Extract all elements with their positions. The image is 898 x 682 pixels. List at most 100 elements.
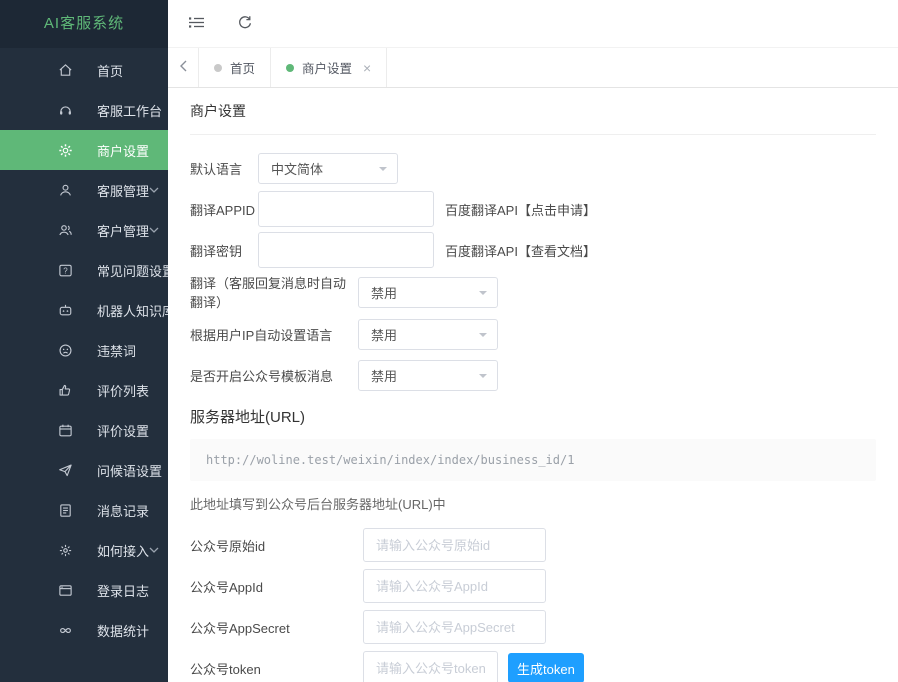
sidebar-item-label: 违禁词 bbox=[97, 341, 136, 360]
tab-bar: 首页 商户设置 × bbox=[168, 48, 898, 88]
refresh-icon bbox=[237, 14, 253, 33]
auto-translate-select[interactable]: 禁用 bbox=[358, 277, 498, 308]
calendar-icon bbox=[57, 422, 73, 438]
svg-text:?: ? bbox=[63, 266, 68, 275]
form-row-translate-appid: 翻译APPID 百度翻译API【点击申请】 bbox=[190, 191, 876, 227]
sidebar-menu: 首页 客服工作台 商户设置 客服管理 客户管理 ? 常见问题设置 机器人知识库 bbox=[0, 50, 168, 650]
ip-language-select[interactable]: 禁用 bbox=[358, 319, 498, 350]
field-label: 翻译APPID bbox=[190, 200, 258, 219]
chevron-left-icon bbox=[180, 60, 187, 75]
sidebar-item-merchant-settings[interactable]: 商户设置 bbox=[0, 130, 168, 170]
users-icon bbox=[57, 222, 73, 238]
server-url-note: 此地址填写到公众号后台服务器地址(URL)中 bbox=[190, 494, 876, 513]
gear-icon bbox=[57, 142, 73, 158]
field-label: 翻译（客服回复消息时自动翻译） bbox=[190, 273, 358, 311]
server-url-value: http://woline.test/weixin/index/index/bu… bbox=[190, 439, 876, 481]
chevron-down-icon bbox=[149, 547, 159, 553]
select-value: 禁用 bbox=[371, 325, 397, 344]
workbench-icon bbox=[57, 102, 73, 118]
tab-status-dot bbox=[286, 64, 294, 72]
form-row-template-message-switch: 是否开启公众号模板消息 禁用 bbox=[190, 357, 876, 393]
sidebar-item-home[interactable]: 首页 bbox=[0, 50, 168, 90]
frown-icon bbox=[57, 342, 73, 358]
field-label: 是否开启公众号模板消息 bbox=[190, 366, 358, 385]
home-icon bbox=[57, 62, 73, 78]
page-title: 商户设置 bbox=[190, 101, 876, 135]
sidebar-item-message-log[interactable]: 消息记录 bbox=[0, 490, 168, 530]
sidebar-item-label: 评价列表 bbox=[97, 381, 149, 400]
sidebar-item-workbench[interactable]: 客服工作台 bbox=[0, 90, 168, 130]
sidebar-item-statistics[interactable]: 数据统计 bbox=[0, 610, 168, 650]
form-row-translate-secret: 翻译密钥 百度翻译API【查看文档】 bbox=[190, 232, 876, 268]
tabs-scroll-left-button[interactable] bbox=[168, 48, 198, 87]
sidebar-item-label: 客服工作台 bbox=[97, 101, 162, 120]
collapse-sidebar-button[interactable] bbox=[186, 13, 207, 35]
sidebar-item-banned-words[interactable]: 违禁词 bbox=[0, 330, 168, 370]
window-icon bbox=[57, 582, 73, 598]
sidebar-item-login-log[interactable]: 登录日志 bbox=[0, 570, 168, 610]
sidebar-item-faq-settings[interactable]: ? 常见问题设置 bbox=[0, 250, 168, 290]
sidebar-item-label: 问候语设置 bbox=[97, 461, 162, 480]
form-row-ip-language: 根据用户IP自动设置语言 禁用 bbox=[190, 316, 876, 352]
top-toolbar bbox=[168, 0, 898, 48]
tab-merchant-settings[interactable]: 商户设置 × bbox=[271, 48, 387, 87]
tab-close-icon[interactable]: × bbox=[363, 61, 371, 75]
refresh-button[interactable] bbox=[235, 12, 255, 35]
mp-original-id-input[interactable] bbox=[363, 528, 546, 562]
sidebar-item-label: 登录日志 bbox=[97, 581, 149, 600]
tab-home[interactable]: 首页 bbox=[198, 48, 271, 87]
document-icon bbox=[57, 502, 73, 518]
sidebar-item-label: 如何接入 bbox=[97, 541, 149, 560]
template-message-select[interactable]: 禁用 bbox=[358, 360, 498, 391]
field-label: 公众号token bbox=[190, 659, 363, 678]
tab-label: 商户设置 bbox=[302, 58, 352, 77]
mp-appid-input[interactable] bbox=[363, 569, 546, 603]
field-label: 公众号AppSecret bbox=[190, 618, 363, 637]
robot-icon bbox=[57, 302, 73, 318]
field-label: 翻译密钥 bbox=[190, 241, 258, 260]
user-icon bbox=[57, 182, 73, 198]
sidebar-item-robot-knowledge[interactable]: 机器人知识库 bbox=[0, 290, 168, 330]
generate-token-button[interactable]: 生成token bbox=[508, 653, 584, 682]
default-language-select[interactable]: 中文简体 bbox=[258, 153, 398, 184]
sidebar-item-review-list[interactable]: 评价列表 bbox=[0, 370, 168, 410]
caret-down-icon bbox=[379, 167, 387, 175]
sidebar-item-review-settings[interactable]: 评价设置 bbox=[0, 410, 168, 450]
tab-label: 首页 bbox=[230, 58, 255, 77]
baidu-api-docs-link[interactable]: 百度翻译API【查看文档】 bbox=[445, 241, 596, 260]
sidebar-item-label: 常见问题设置 bbox=[97, 261, 175, 280]
sidebar-item-label: 客服管理 bbox=[97, 181, 149, 200]
thumbs-up-icon bbox=[57, 382, 73, 398]
field-label: 公众号AppId bbox=[190, 577, 363, 596]
translate-appid-input[interactable] bbox=[258, 191, 434, 227]
sidebar-item-customer-management[interactable]: 客户管理 bbox=[0, 210, 168, 250]
collapse-sidebar-icon bbox=[188, 15, 205, 33]
mp-appsecret-input[interactable] bbox=[363, 610, 546, 644]
app-title: AI客服系统 bbox=[0, 0, 168, 48]
sidebar-item-greeting-settings[interactable]: 问候语设置 bbox=[0, 450, 168, 490]
sidebar-item-how-to-connect[interactable]: 如何接入 bbox=[0, 530, 168, 570]
mp-token-input[interactable] bbox=[363, 651, 498, 682]
sidebar-item-agent-management[interactable]: 客服管理 bbox=[0, 170, 168, 210]
sidebar-item-label: 首页 bbox=[97, 61, 123, 80]
sidebar-item-label: 评价设置 bbox=[97, 421, 149, 440]
field-label: 根据用户IP自动设置语言 bbox=[190, 325, 358, 344]
form-row-mp-appsecret: 公众号AppSecret bbox=[190, 609, 876, 645]
select-value: 禁用 bbox=[371, 366, 397, 385]
form-row-auto-translate: 翻译（客服回复消息时自动翻译） 禁用 bbox=[190, 273, 876, 311]
sidebar-item-label: 客户管理 bbox=[97, 221, 149, 240]
chevron-down-icon bbox=[149, 227, 159, 233]
caret-down-icon bbox=[479, 291, 487, 299]
translate-secret-input[interactable] bbox=[258, 232, 434, 268]
form-row-default-language: 默认语言 中文简体 bbox=[190, 150, 876, 186]
select-value: 禁用 bbox=[371, 283, 397, 302]
chevron-down-icon bbox=[149, 187, 159, 193]
baidu-api-apply-link[interactable]: 百度翻译API【点击申请】 bbox=[445, 200, 596, 219]
paper-plane-icon bbox=[57, 462, 73, 478]
form-row-mp-appid: 公众号AppId bbox=[190, 568, 876, 604]
sidebar-item-label: 数据统计 bbox=[97, 621, 149, 640]
caret-down-icon bbox=[479, 333, 487, 341]
infinity-icon bbox=[57, 622, 73, 638]
server-url-heading: 服务器地址(URL) bbox=[190, 406, 876, 427]
form-row-mp-token: 公众号token 生成token bbox=[190, 650, 876, 682]
